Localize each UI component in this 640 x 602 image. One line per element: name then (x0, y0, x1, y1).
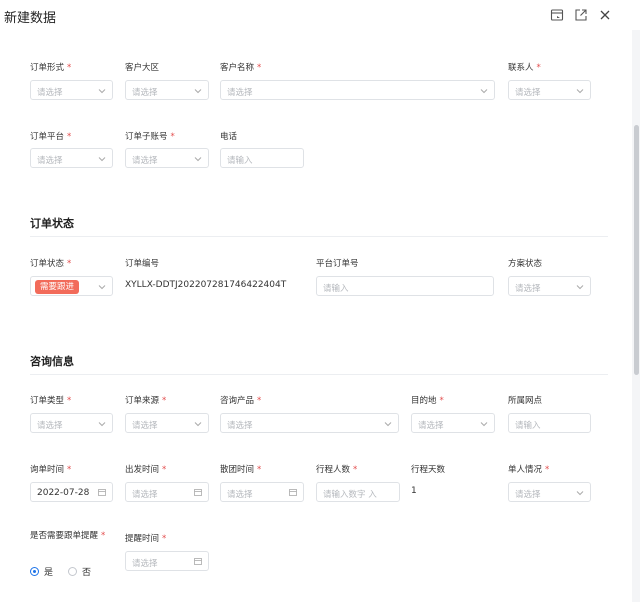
departure-time-label: 出发时间 * (125, 465, 167, 475)
travelers-input[interactable]: 请输入数字 入 (316, 482, 400, 502)
order-form-select[interactable]: 请选择 (30, 80, 113, 100)
section-title-consult-info: 咨询信息 (30, 355, 74, 368)
order-type-select[interactable]: 请选择 (30, 413, 113, 433)
consult-product-select[interactable]: 请选择 (220, 413, 399, 433)
destination-label: 目的地 * (411, 396, 444, 406)
external-open-icon[interactable] (574, 8, 588, 22)
section-title-order-status: 订单状态 (30, 217, 74, 230)
inquiry-time-picker[interactable]: 2022-07-28 (30, 482, 113, 502)
chevron-down-icon (98, 283, 106, 291)
chevron-down-icon (194, 420, 202, 428)
chevron-down-icon (194, 87, 202, 95)
order-type-label: 订单类型 * (30, 396, 72, 406)
need-reminder-label: 是否需要跟单提醒 * (30, 531, 106, 541)
calendar-icon (194, 488, 202, 496)
consult-product-label: 咨询产品 * (220, 396, 262, 406)
chevron-down-icon (194, 155, 202, 163)
status-badge: 需要跟进 (35, 280, 80, 294)
calendar-icon (98, 488, 106, 496)
form-body (0, 30, 632, 602)
travelers-label: 行程人数 * (316, 465, 358, 475)
departure-time-picker[interactable]: 请选择 (125, 482, 209, 502)
chevron-down-icon (576, 283, 584, 291)
single-status-label: 单人情况 * (508, 465, 550, 475)
chevron-down-icon (98, 155, 106, 163)
phone-input[interactable]: 请输入 (220, 148, 304, 168)
customer-region-label: 客户大区 (125, 63, 160, 73)
calendar-icon (194, 557, 202, 565)
dialog-header: 新建数据 (0, 0, 640, 30)
platform-order-no-label: 平台订单号 (316, 259, 359, 269)
order-platform-label: 订单平台 * (30, 132, 72, 142)
dialog-title: 新建数据 (4, 11, 57, 26)
chevron-down-icon (384, 420, 392, 428)
divider (30, 236, 608, 237)
trip-days-value: 1 (411, 486, 417, 496)
reminder-time-label: 提醒时间 * (125, 534, 167, 544)
phone-label: 电话 (220, 132, 238, 142)
divider (30, 374, 608, 375)
close-icon[interactable] (598, 8, 612, 22)
inquiry-time-label: 询单时间 * (30, 465, 72, 475)
contact-label: 联系人 * (508, 63, 541, 73)
calendar-icon (289, 488, 297, 496)
chevron-down-icon (480, 87, 488, 95)
outlet-input[interactable]: 请输入 (508, 413, 591, 433)
radio-no[interactable]: 否 (68, 565, 91, 578)
order-source-select[interactable]: 请选择 (125, 413, 209, 433)
reminder-time-picker[interactable]: 请选择 (125, 551, 209, 571)
order-number-label: 订单编号 (125, 259, 160, 269)
chevron-down-icon (576, 87, 584, 95)
order-platform-select[interactable]: 请选择 (30, 148, 113, 168)
radio-button[interactable] (30, 567, 39, 576)
plan-status-select[interactable]: 请选择 (508, 276, 591, 296)
outlet-label: 所属网点 (508, 396, 543, 406)
window-icon[interactable] (550, 8, 564, 22)
platform-order-no-input[interactable]: 请输入 (316, 276, 494, 296)
radio-yes[interactable]: 是 (30, 565, 53, 578)
order-sub-account-label: 订单子账号 * (125, 132, 175, 142)
radio-button[interactable] (68, 567, 77, 576)
chevron-down-icon (576, 489, 584, 497)
trip-days-label: 行程天数 (411, 465, 446, 475)
customer-name-select[interactable]: 请选择 (220, 80, 495, 100)
order-number-value: XYLLX-DDTJ202207281746422404T (125, 280, 287, 290)
chevron-down-icon (98, 420, 106, 428)
return-time-picker[interactable]: 请选择 (220, 482, 304, 502)
customer-name-label: 客户名称 * (220, 63, 262, 73)
customer-region-select[interactable]: 请选择 (125, 80, 209, 100)
destination-select[interactable]: 请选择 (411, 413, 495, 433)
plan-status-label: 方案状态 (508, 259, 543, 269)
chevron-down-icon (480, 420, 488, 428)
scrollbar[interactable] (632, 30, 640, 602)
order-sub-account-select[interactable]: 请选择 (125, 148, 209, 168)
order-source-label: 订单来源 * (125, 396, 167, 406)
order-form-label: 订单形式 * (30, 63, 72, 73)
contact-select[interactable]: 请选择 (508, 80, 591, 100)
order-status-label: 订单状态 * (30, 259, 72, 269)
single-status-select[interactable]: 请选择 (508, 482, 591, 502)
return-time-label: 散团时间 * (220, 465, 262, 475)
chevron-down-icon (98, 87, 106, 95)
scrollbar-thumb[interactable] (634, 125, 639, 375)
